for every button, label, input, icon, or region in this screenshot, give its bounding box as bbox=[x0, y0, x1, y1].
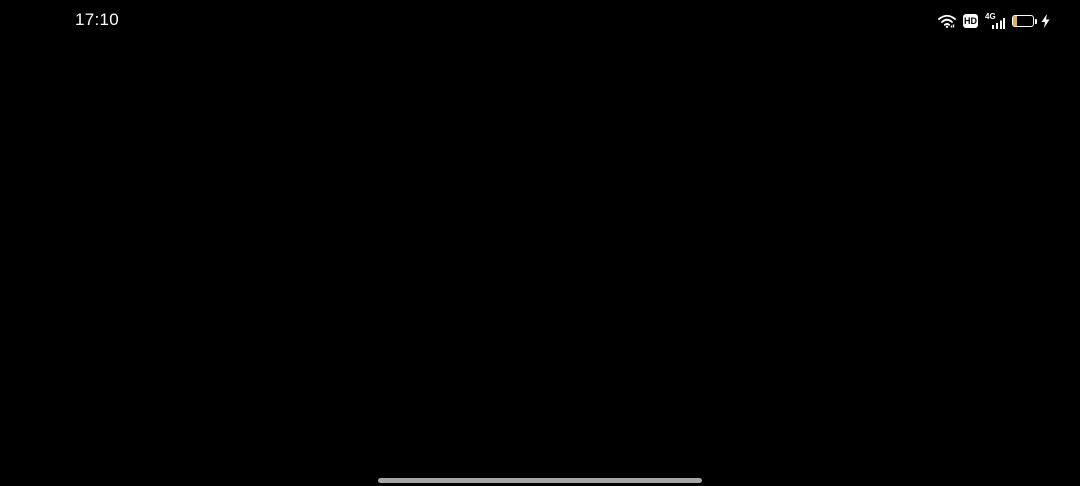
status-icons: HD 4G 21 bbox=[938, 11, 1050, 31]
battery-icon: 21 bbox=[1012, 15, 1037, 27]
home-indicator[interactable] bbox=[378, 478, 702, 483]
charging-icon bbox=[1041, 14, 1050, 28]
battery-body: 21 bbox=[1012, 15, 1034, 27]
signal-icon: 4G bbox=[985, 12, 1005, 29]
battery-cap bbox=[1035, 18, 1037, 24]
wifi-icon bbox=[938, 14, 956, 28]
hd-voice-icon: HD bbox=[963, 14, 978, 28]
status-bar: 17:10 HD 4G 21 bbox=[0, 0, 1080, 42]
app-screen: 17:10 HD 4G 21 bbox=[0, 0, 1080, 486]
status-time: 17:10 bbox=[75, 10, 120, 29]
battery-level: 21 bbox=[1018, 16, 1028, 25]
